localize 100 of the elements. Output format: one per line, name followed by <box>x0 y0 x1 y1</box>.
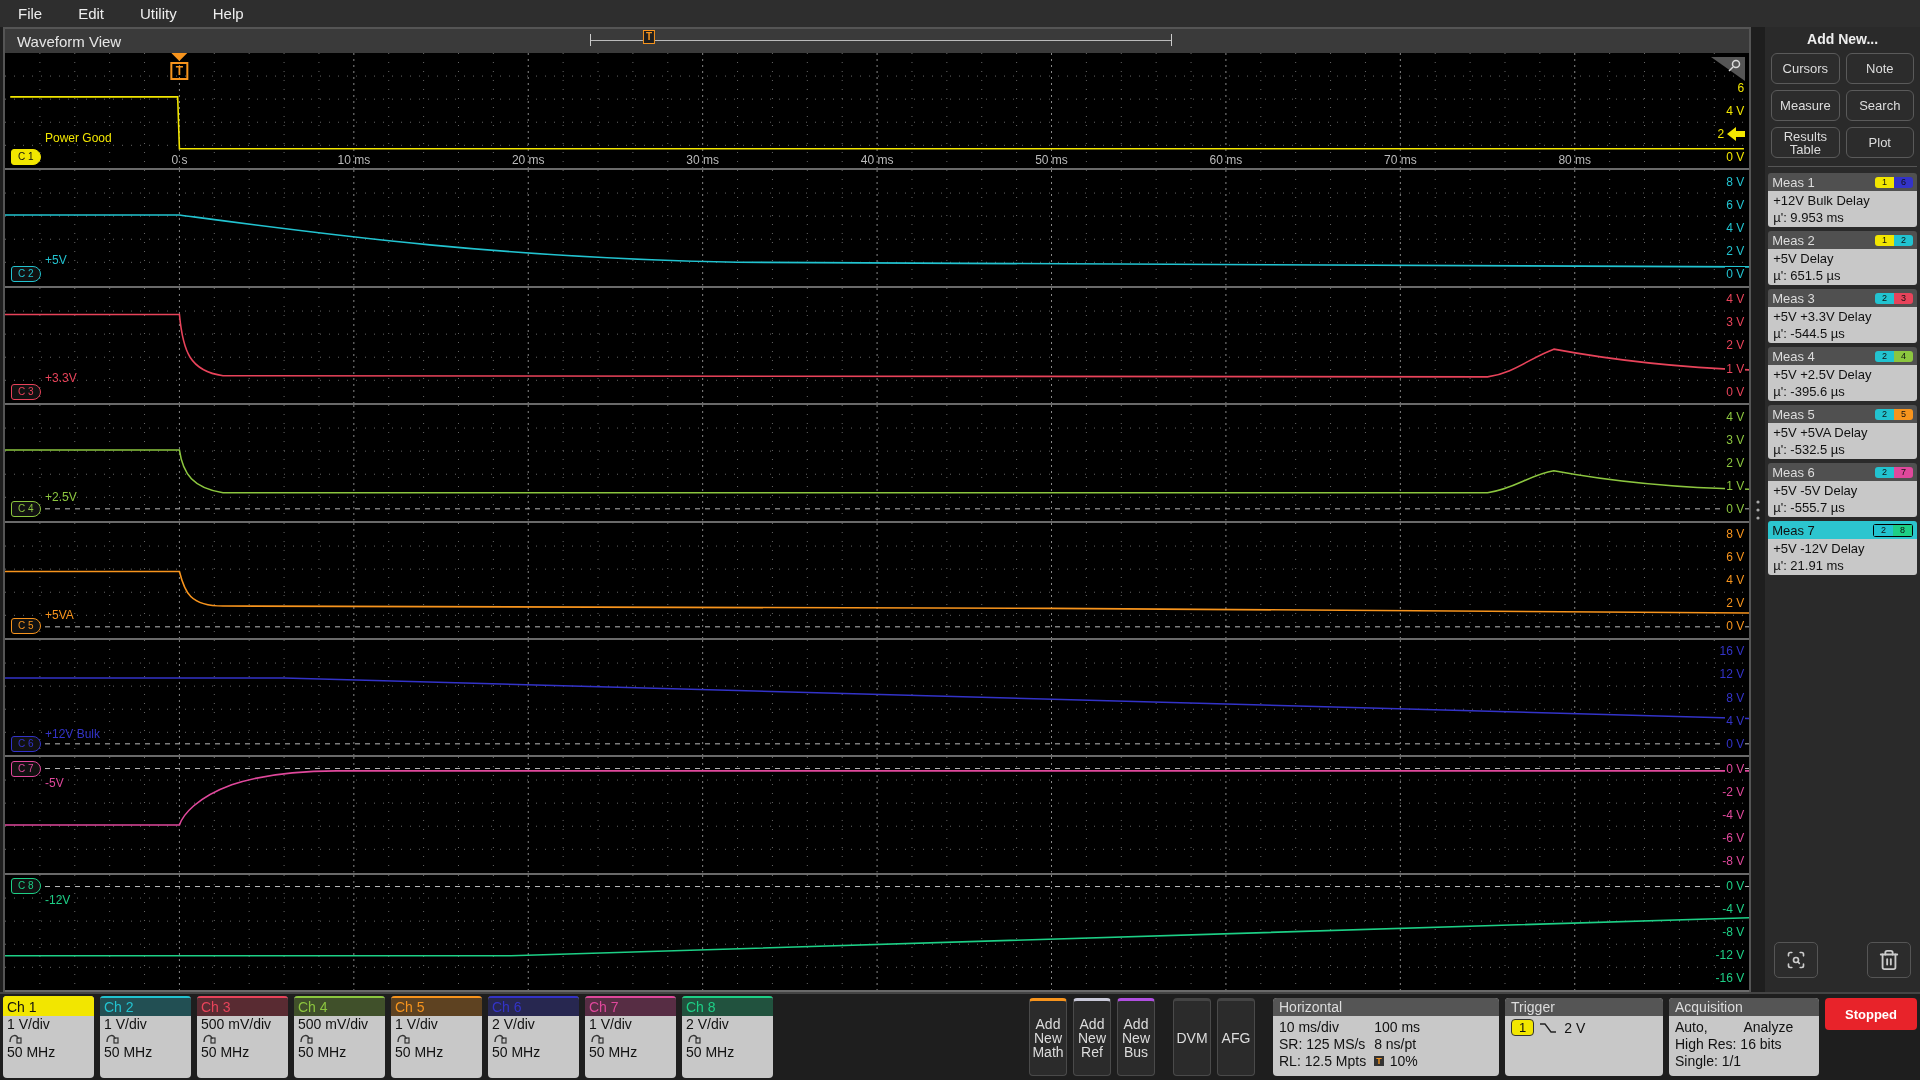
axis-label: 3 V <box>1725 432 1746 447</box>
channel-marker[interactable]: C 7 <box>11 760 41 777</box>
add-new-button[interactable]: Results Table <box>1771 127 1840 158</box>
measurement-header[interactable]: Meas 6 2 7 <box>1768 463 1917 481</box>
menu-item[interactable]: Edit <box>78 5 105 22</box>
channel-label: +5VA <box>45 607 74 622</box>
measurement-title: Meas 3 <box>1772 290 1815 306</box>
zoom-icon[interactable] <box>1711 57 1746 81</box>
bandwidth: 50 MHz <box>103 1044 154 1060</box>
axis-label: 4 V <box>1725 713 1746 728</box>
zoom-search-button[interactable] <box>1774 942 1819 978</box>
vertical-scale: 500 mV/div <box>200 1016 273 1032</box>
vertical-scale: 2 V/div <box>491 1016 536 1032</box>
channel-tab[interactable]: Ch 1 1 V/div 50 MHz <box>3 996 94 1078</box>
bandwidth: 50 MHz <box>491 1044 542 1060</box>
axis-label: 2 <box>1716 126 1726 141</box>
channel-label: +3.3V <box>45 370 77 385</box>
channel-marker[interactable]: C 3 <box>11 383 41 400</box>
add-new-button[interactable]: Note <box>1845 53 1914 84</box>
channel-tab[interactable]: Ch 2 1 V/div 50 MHz <box>100 996 191 1078</box>
source-badge: 2 <box>1875 408 1894 420</box>
panel-header: Acquisition <box>1669 998 1819 1016</box>
drag-handle-icon[interactable] <box>1756 498 1761 521</box>
vertical-scale: 500 mV/div <box>297 1016 370 1032</box>
measurement-value: µ': -395.6 µs <box>1773 384 1846 399</box>
trigger-marker[interactable]: T <box>170 62 189 80</box>
measurement-card[interactable]: +5V Delay µ': 651.5 µs <box>1768 249 1917 285</box>
axis-label: 8 V <box>1725 174 1746 189</box>
measurement-title: Meas 5 <box>1772 406 1815 422</box>
time-label: 30 ms <box>686 153 719 168</box>
measurement-header[interactable]: Meas 3 2 3 <box>1768 289 1917 307</box>
panel-text: High Res: 16 bits <box>1675 1036 1783 1052</box>
measurement-header[interactable]: Meas 4 2 4 <box>1768 347 1917 365</box>
trigger-level-arrow-icon[interactable] <box>1727 126 1746 141</box>
channel-label: +12V Bulk <box>45 727 101 742</box>
measurement-card[interactable]: +5V +3.3V Delay µ': -544.5 µs <box>1768 307 1917 343</box>
panel-text: 10 ms/div <box>1279 1019 1340 1035</box>
channel-tab[interactable]: Ch 8 2 V/div 50 MHz <box>682 996 773 1078</box>
panel-text: 100 ms <box>1374 1019 1422 1035</box>
channel-marker[interactable]: C 8 <box>11 878 41 895</box>
channel-marker[interactable]: C 5 <box>11 618 41 635</box>
channel-tab[interactable]: Ch 6 2 V/div 50 MHz <box>488 996 579 1078</box>
measurement-header[interactable]: Meas 7 2 8 <box>1768 521 1917 539</box>
trigger-position-marker[interactable]: T <box>642 30 656 44</box>
measurement-card[interactable]: +12V Bulk Delay µ': 9.953 ms <box>1768 191 1917 227</box>
channel-marker[interactable]: C 4 <box>11 500 41 517</box>
probe-icon <box>300 1032 314 1044</box>
add-new-button[interactable]: Add New Ref <box>1073 998 1111 1076</box>
add-new-button[interactable]: Plot <box>1845 127 1914 158</box>
measurement-name: +5V Delay <box>1773 251 1835 266</box>
channel-tab-header[interactable]: Ch 5 <box>391 996 482 1016</box>
measurement-card[interactable]: +5V -5V Delay µ': -555.7 µs <box>1768 481 1917 517</box>
delete-button[interactable] <box>1867 942 1911 978</box>
trigger-position-marker: T <box>1374 1056 1384 1066</box>
trigger-pointer-icon <box>171 53 188 61</box>
measurement-card[interactable]: +5V +2.5V Delay µ': -395.6 µs <box>1768 365 1917 401</box>
channel-marker[interactable]: C 1 <box>11 148 41 165</box>
vertical-scale: 1 V/div <box>103 1016 148 1032</box>
channel-label: -5V <box>45 775 64 790</box>
measurement-card[interactable]: +5V -12V Delay µ': 21.91 ms <box>1768 539 1917 575</box>
channel-tab[interactable]: Ch 3 500 mV/div 50 MHz <box>197 996 288 1078</box>
time-label: 10 ms <box>337 153 371 168</box>
channel-tab-header[interactable]: Ch 8 <box>682 996 773 1016</box>
probe-icon <box>106 1032 120 1044</box>
source-badge: 2 <box>1875 292 1894 304</box>
measurement-header[interactable]: Meas 1 1 6 <box>1768 173 1917 191</box>
menu-item[interactable]: Help <box>212 5 244 22</box>
measurement-card[interactable]: +5V +5VA Delay µ': -532.5 µs <box>1768 423 1917 459</box>
panel-header: Horizontal <box>1273 998 1499 1016</box>
channel-tab-header[interactable]: Ch 1 <box>3 996 94 1016</box>
channel-tab-header[interactable]: Ch 4 <box>294 996 385 1016</box>
channel-marker[interactable]: C 2 <box>11 266 41 283</box>
tool-button[interactable]: DVM <box>1173 998 1211 1076</box>
add-new-button[interactable]: Cursors <box>1771 53 1840 84</box>
source-badge: 2 <box>1874 524 1893 536</box>
add-new-button[interactable]: Measure <box>1771 90 1840 121</box>
run-stop-button[interactable]: Stopped <box>1825 998 1917 1030</box>
panel-text: Analyze <box>1743 1019 1795 1035</box>
measurement-header[interactable]: Meas 5 2 5 <box>1768 405 1917 423</box>
channel-tab[interactable]: Ch 4 500 mV/div 50 MHz <box>294 996 385 1078</box>
channel-tab-header[interactable]: Ch 2 <box>100 996 191 1016</box>
panel-text: 2 V <box>1564 1019 1586 1036</box>
trigger-panel[interactable]: Trigger 1 2 V <box>1505 998 1663 1076</box>
add-new-button[interactable]: Add New Math <box>1029 998 1067 1076</box>
add-new-button[interactable]: Add New Bus <box>1117 998 1155 1076</box>
menu-item[interactable]: Utility <box>140 5 177 22</box>
menu-item[interactable]: File <box>18 5 43 22</box>
falling-edge-icon <box>1540 1021 1557 1034</box>
axis-label: -16 V <box>1714 971 1746 986</box>
axis-label: -6 V <box>1721 831 1746 845</box>
tool-button[interactable]: AFG <box>1217 998 1255 1076</box>
probe-icon <box>203 1032 217 1044</box>
channel-tab[interactable]: Ch 7 1 V/div 50 MHz <box>585 996 676 1078</box>
add-new-button[interactable]: Search <box>1845 90 1914 121</box>
channel-label: +5V <box>45 253 67 268</box>
channel-tab[interactable]: Ch 5 1 V/div 50 MHz <box>391 996 482 1078</box>
horizontal-panel[interactable]: Horizontal 10 ms/div 100 ms SR: 125 MS/s 8 ns/pt RL: 12.5 Mpts T 10% <box>1273 998 1499 1076</box>
axis-label: 2 V <box>1725 455 1746 470</box>
measurement-header[interactable]: Meas 2 1 2 <box>1768 231 1917 249</box>
acquisition-panel[interactable]: Acquisition Auto, Analyze High Res: 16 bits Single: 1/1 <box>1669 998 1819 1076</box>
